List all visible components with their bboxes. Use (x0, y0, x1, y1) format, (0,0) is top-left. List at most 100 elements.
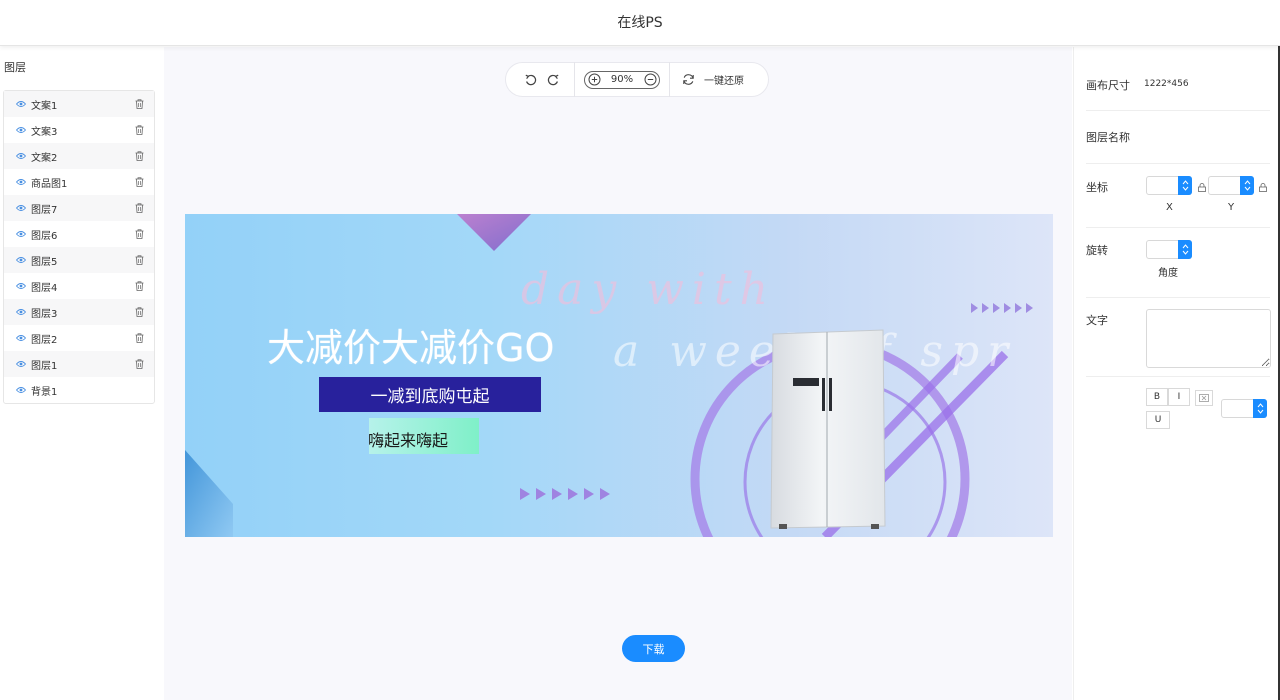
layers-panel: 图层 文案1 文案3 文案2 商品图1 图层7 图层6 图层5 图层4 图层3 图层2 图层1 背景1 (0, 47, 163, 700)
layer-label: 图层3 (31, 308, 58, 320)
chevron-up-down-icon (1182, 180, 1188, 191)
layer-row[interactable]: 图层4 (4, 273, 154, 299)
position-y-input[interactable] (1208, 176, 1254, 195)
layer-row[interactable]: 图层2 (4, 325, 154, 351)
layer-row[interactable]: 图层7 (4, 195, 154, 221)
trash-icon[interactable] (135, 177, 144, 187)
layer-label: 图层2 (31, 334, 58, 346)
decorative-script-text: day with (521, 264, 776, 315)
layer-label: 图层4 (31, 282, 58, 294)
position-label: 坐标 (1086, 181, 1108, 194)
layer-row[interactable]: 图层6 (4, 221, 154, 247)
banner-canvas[interactable]: day with a week of spr 大减价大减价GO 一减到底购屯起 … (185, 214, 1053, 537)
layer-row[interactable]: 文案3 (4, 117, 154, 143)
refresh-icon (683, 74, 694, 85)
text-color-button[interactable] (1195, 390, 1213, 406)
spinner-buttons[interactable] (1178, 176, 1192, 195)
layer-label: 文案3 (31, 126, 58, 138)
layer-list: 文案1 文案3 文案2 商品图1 图层7 图层6 图层5 图层4 图层3 图层2 图层1 背景1 (3, 90, 155, 404)
canvas-area: 90% 一键还原 day with a week spr 大减价大减价GO 一减… (164, 47, 1072, 700)
trash-icon[interactable] (135, 359, 144, 369)
eye-icon[interactable] (16, 386, 26, 394)
underline-button[interactable]: U (1146, 411, 1170, 429)
position-x-input[interactable] (1146, 176, 1192, 195)
italic-button[interactable]: I (1168, 388, 1190, 406)
layer-name-row: 图层名称 (1086, 111, 1270, 164)
layer-label: 图层7 (31, 204, 58, 216)
trash-icon[interactable] (135, 99, 144, 109)
layer-row[interactable]: 背景1 (4, 377, 154, 403)
redo-icon (547, 74, 559, 85)
undo-button[interactable] (520, 69, 542, 91)
text-content-input[interactable] (1146, 309, 1271, 368)
redo-button[interactable] (542, 69, 564, 91)
trash-icon[interactable] (135, 151, 144, 161)
top-triangle-shape (457, 214, 531, 251)
layer-label: 文案2 (31, 152, 58, 164)
position-row: 坐标 X Y (1086, 164, 1270, 228)
canvas-size-value: 1222*456 (1144, 79, 1189, 89)
reset-label: 一键还原 (704, 76, 744, 87)
properties-panel: 画布尺寸 1222*456 图层名称 坐标 X Y 旋转 角度 文字 B I U (1073, 47, 1278, 700)
trash-icon[interactable] (135, 333, 144, 343)
trash-icon[interactable] (135, 255, 144, 265)
eye-icon[interactable] (16, 282, 26, 290)
layer-row[interactable]: 文案2 (4, 143, 154, 169)
layer-label: 背景1 (31, 386, 58, 398)
zoom-level: 90% (610, 74, 634, 85)
chevron-up-down-icon (1182, 244, 1188, 255)
eye-icon[interactable] (16, 360, 26, 368)
layer-label: 文案1 (31, 100, 58, 112)
rotation-input[interactable] (1146, 240, 1192, 259)
angle-label: 角度 (1158, 268, 1178, 279)
spinner-buttons[interactable] (1240, 176, 1254, 195)
eye-icon[interactable] (16, 178, 26, 186)
layer-row[interactable]: 文案1 (4, 91, 154, 117)
canvas-toolbar: 90% 一键还原 (505, 62, 769, 97)
arrows-right-shape (971, 303, 1033, 313)
canvas-size-row: 画布尺寸 1222*456 (1086, 61, 1270, 111)
eye-icon[interactable] (16, 256, 26, 264)
layer-label: 商品图1 (31, 178, 68, 190)
trash-icon[interactable] (135, 281, 144, 291)
chevron-up-down-icon (1244, 180, 1250, 191)
eye-icon[interactable] (16, 334, 26, 342)
font-size-input[interactable] (1221, 399, 1267, 418)
trash-icon[interactable] (135, 125, 144, 135)
banner-headline[interactable]: 大减价大减价GO (267, 317, 554, 372)
layer-label: 图层1 (31, 360, 58, 372)
layer-row[interactable]: 商品图1 (4, 169, 154, 195)
banner-tagline[interactable]: 嗨起来嗨起 (368, 427, 448, 451)
top-bar: 在线PS (0, 0, 1280, 46)
product-image[interactable] (767, 328, 891, 534)
zoom-out-icon (644, 73, 656, 86)
trash-icon[interactable] (135, 229, 144, 239)
zoom-out-button[interactable] (642, 72, 658, 88)
zoom-in-icon (588, 73, 600, 86)
trash-icon[interactable] (135, 203, 144, 213)
download-button[interactable]: 下载 (622, 635, 685, 662)
x-axis-label: X (1166, 202, 1173, 213)
arrows-bottom-shape (520, 488, 610, 500)
eye-icon[interactable] (16, 100, 26, 108)
spinner-buttons[interactable] (1178, 240, 1192, 259)
undo-icon (525, 74, 537, 85)
layer-row[interactable]: 图层5 (4, 247, 154, 273)
eye-icon[interactable] (16, 152, 26, 160)
layer-row[interactable]: 图层3 (4, 299, 154, 325)
eye-icon[interactable] (16, 230, 26, 238)
layer-row[interactable]: 图层1 (4, 351, 154, 377)
eye-icon[interactable] (16, 308, 26, 316)
layer-name-label: 图层名称 (1086, 131, 1130, 144)
lock-icon[interactable] (1259, 183, 1267, 192)
spinner-buttons[interactable] (1253, 399, 1267, 418)
reset-button[interactable]: 一键还原 (670, 72, 744, 87)
bold-button[interactable]: B (1146, 388, 1168, 406)
trash-icon[interactable] (135, 307, 144, 317)
eye-icon[interactable] (16, 126, 26, 134)
banner-subtitle[interactable]: 一减到底购屯起 (319, 377, 541, 412)
eye-icon[interactable] (16, 204, 26, 212)
lock-icon[interactable] (1198, 183, 1206, 192)
zoom-in-button[interactable] (586, 72, 602, 88)
layer-label: 图层6 (31, 230, 58, 242)
